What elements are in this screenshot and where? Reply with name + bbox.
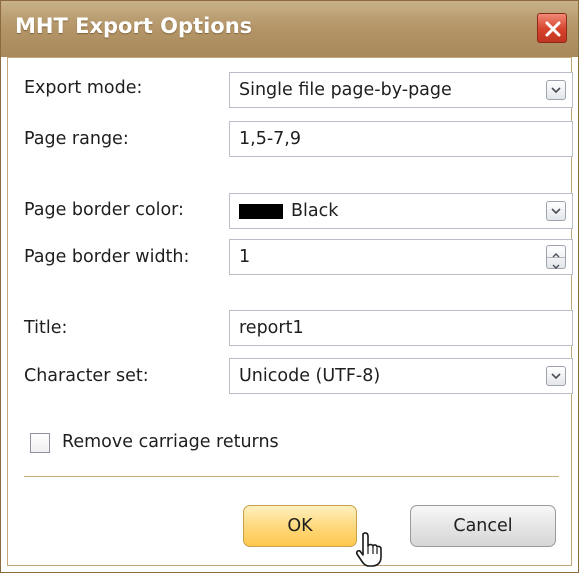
page-range-label: Page range: bbox=[24, 129, 129, 149]
export-mode-label: Export mode: bbox=[24, 78, 143, 98]
page-border-width-value: 1 bbox=[239, 247, 251, 267]
character-set-dropdown-button[interactable] bbox=[546, 366, 566, 386]
title-bar[interactable]: MHT Export Options bbox=[1, 1, 578, 57]
color-swatch bbox=[239, 204, 283, 219]
page-border-color-label: Page border color: bbox=[24, 200, 184, 220]
page-border-color-select[interactable]: Black bbox=[229, 193, 573, 229]
export-mode-dropdown-button[interactable] bbox=[546, 80, 566, 100]
dialog-title: MHT Export Options bbox=[15, 14, 253, 38]
chevron-down-icon bbox=[551, 87, 561, 94]
cancel-button[interactable]: Cancel bbox=[410, 505, 556, 547]
chevron-down-icon bbox=[551, 208, 561, 215]
export-mode-select[interactable]: Single file page-by-page bbox=[229, 72, 573, 108]
page-range-input[interactable]: 1,5-7,9 bbox=[229, 121, 573, 157]
character-set-value: Unicode (UTF-8) bbox=[239, 366, 381, 386]
mouse-pointer-icon bbox=[355, 532, 382, 567]
spin-buttons[interactable] bbox=[546, 245, 566, 269]
ok-button[interactable]: OK bbox=[243, 505, 357, 547]
remove-carriage-returns-checkbox[interactable] bbox=[30, 433, 50, 453]
title-input[interactable]: report1 bbox=[229, 310, 573, 346]
character-set-select[interactable]: Unicode (UTF-8) bbox=[229, 358, 573, 394]
page-range-value: 1,5-7,9 bbox=[239, 129, 301, 149]
spin-down-icon bbox=[552, 264, 560, 269]
page-border-color-dropdown-button[interactable] bbox=[546, 201, 566, 221]
mht-export-options-dialog: MHT Export Options Export mode: Single f… bbox=[0, 0, 579, 573]
remove-carriage-returns-label[interactable]: Remove carriage returns bbox=[62, 432, 279, 452]
chevron-down-icon bbox=[551, 373, 561, 380]
character-set-label: Character set: bbox=[24, 366, 149, 386]
title-value: report1 bbox=[239, 318, 304, 338]
page-border-color-value: Black bbox=[291, 201, 339, 221]
title-label: Title: bbox=[24, 318, 68, 338]
close-icon bbox=[545, 21, 561, 37]
page-border-width-spinner[interactable]: 1 bbox=[229, 239, 573, 275]
close-button[interactable] bbox=[537, 13, 567, 43]
export-mode-value: Single file page-by-page bbox=[239, 80, 452, 100]
page-border-width-label: Page border width: bbox=[24, 247, 190, 267]
dialog-body: Export mode: Single file page-by-page Pa… bbox=[7, 57, 573, 567]
spin-down-button[interactable] bbox=[547, 257, 565, 269]
separator bbox=[24, 476, 559, 477]
